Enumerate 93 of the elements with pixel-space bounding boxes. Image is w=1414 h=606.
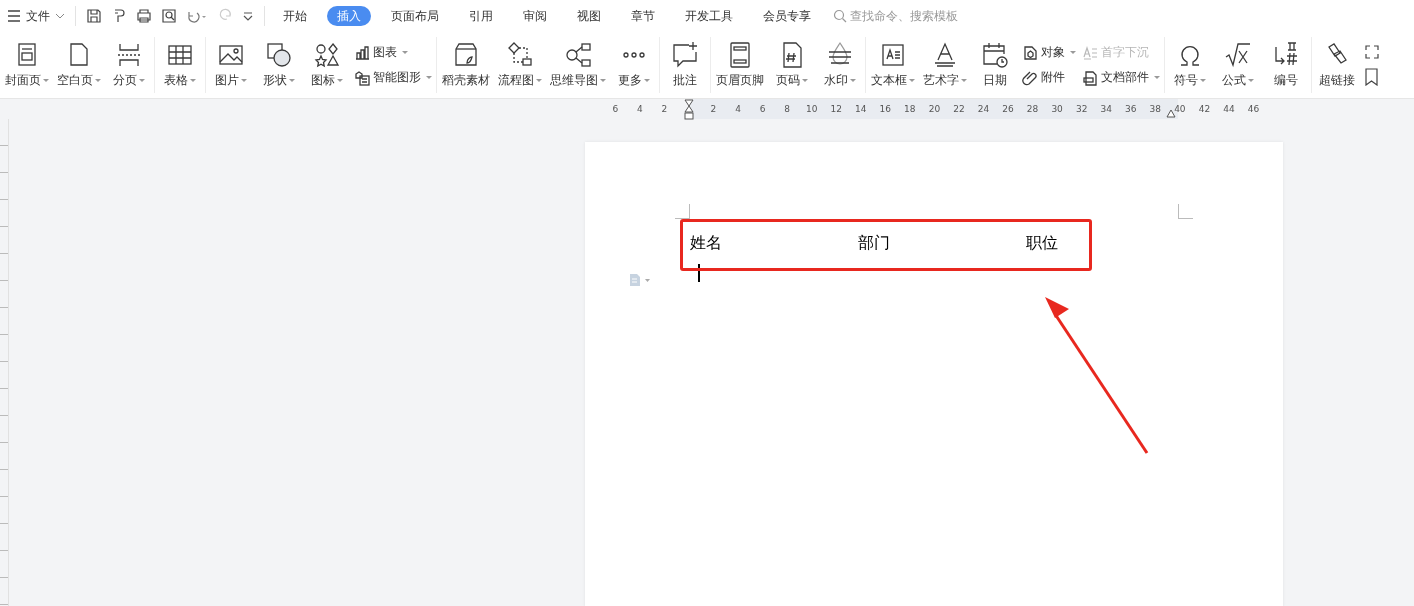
more-dots-icon	[622, 52, 646, 58]
ribbon-button[interactable]: 图片	[210, 41, 252, 89]
menu-icon	[7, 10, 21, 22]
ribbon-button[interactable]: 编号	[1265, 41, 1307, 89]
document-part-icon	[1082, 69, 1098, 86]
calendar-clock-icon	[981, 41, 1009, 69]
ruler-number: 6	[612, 104, 619, 114]
ribbon-button[interactable]: 分页	[108, 41, 150, 89]
ruler-number: 36	[1125, 104, 1137, 114]
ruler-number: 2	[661, 104, 668, 114]
ribbon-tab[interactable]: 审阅	[513, 6, 557, 26]
ribbon-tab[interactable]: 开发工具	[675, 6, 743, 26]
ribbon-button[interactable]: 超链接	[1316, 41, 1358, 89]
ribbon-button[interactable]: 流程图	[497, 41, 543, 89]
indent-marker-icon[interactable]	[684, 99, 694, 121]
ribbon-button[interactable]: 图表	[354, 44, 432, 61]
ribbon-button[interactable]: 图标	[306, 41, 348, 89]
ruler-number: 22	[953, 104, 965, 114]
comment-icon	[671, 41, 699, 69]
text-box-icon	[879, 41, 907, 69]
print-icon[interactable]	[136, 8, 152, 24]
paperclip-icon	[1022, 69, 1038, 86]
ruler-number: 42	[1198, 104, 1211, 114]
ruler-number: 38	[1149, 104, 1162, 114]
icons-icon	[313, 41, 341, 69]
ribbon-tab[interactable]: 引用	[459, 6, 503, 26]
ribbon-button[interactable]: 页眉页脚	[715, 41, 765, 89]
ribbon-button[interactable]: 更多	[613, 41, 655, 89]
ribbon-button[interactable]: 页码	[771, 41, 813, 89]
ribbon-button[interactable]: 思维导图	[549, 41, 607, 89]
bookmark-icon[interactable]	[1364, 68, 1380, 86]
square-root-icon	[1224, 41, 1252, 69]
print-preview-icon[interactable]	[161, 8, 177, 24]
ribbon-tab[interactable]: 会员专享	[753, 6, 821, 26]
smart-graphic-icon	[354, 69, 370, 86]
storefront-icon	[452, 41, 480, 69]
ruler-number: 20	[928, 104, 941, 114]
ribbon-button[interactable]: 空白页	[56, 41, 102, 89]
search-icon	[833, 9, 847, 23]
object-icon	[1022, 44, 1038, 61]
ribbon-button[interactable]: 对象	[1022, 44, 1076, 61]
right-indent-marker-icon[interactable]	[1166, 108, 1176, 118]
ribbon-button[interactable]: 批注	[664, 41, 706, 89]
ribbon-button[interactable]: 表格	[159, 41, 201, 89]
ruler-number: 2	[710, 104, 717, 114]
ribbon-button[interactable]: 附件	[1022, 69, 1076, 86]
ruler-number: 46	[1247, 104, 1260, 114]
chevron-down-icon	[55, 13, 65, 19]
ribbon-button[interactable]: 形状	[258, 41, 300, 89]
ruler-number: 18	[904, 104, 916, 114]
ruler-number: 4	[636, 104, 643, 114]
ruler-number: 12	[830, 104, 842, 114]
ruler-number: 16	[879, 104, 891, 114]
save-icon[interactable]	[86, 8, 102, 24]
ribbon-button[interactable]: 符号	[1169, 41, 1211, 89]
ruler-number: 8	[784, 104, 790, 114]
bar-chart-icon	[354, 44, 370, 61]
text-cursor	[698, 264, 700, 282]
shapes-icon	[265, 41, 293, 69]
ribbon-tab[interactable]: 章节	[621, 6, 665, 26]
page-break-icon	[115, 41, 143, 69]
ruler-number: 40	[1174, 104, 1186, 114]
ribbon-tab[interactable]: 开始	[273, 6, 317, 26]
column-heading: 姓名	[689, 233, 723, 254]
more-chevron-icon[interactable]	[242, 10, 254, 22]
ruler-number: 30	[1051, 104, 1063, 114]
ruler-number: 6	[759, 104, 766, 114]
ruler-number: 14	[855, 104, 867, 114]
ruler-number: 26	[1002, 104, 1014, 114]
ribbon-button[interactable]: 艺术字	[922, 41, 968, 89]
ribbon-button[interactable]: 文本框	[870, 41, 916, 89]
column-heading: 部门	[857, 233, 891, 254]
ruler-number: 10	[805, 104, 818, 114]
ruler-number: 44	[1223, 104, 1235, 114]
ribbon-button[interactable]: 公式	[1217, 41, 1259, 89]
ribbon-button[interactable]: 文档部件	[1082, 69, 1160, 86]
ribbon-button[interactable]: 智能图形	[354, 69, 432, 86]
ribbon-button[interactable]: 日期	[974, 41, 1016, 89]
ribbon-button[interactable]: 水印	[819, 41, 861, 89]
ruler-number: 34	[1100, 104, 1112, 114]
ruler-number: 28	[1026, 104, 1039, 114]
ruler-number: 4	[735, 104, 741, 114]
mind-map-icon	[564, 41, 592, 69]
file-menu[interactable]: 文件	[0, 4, 71, 28]
ribbon-tab[interactable]: 页面布局	[381, 6, 449, 26]
flowchart-icon	[506, 41, 534, 69]
ribbon-button[interactable]: 封面页	[4, 41, 50, 89]
ribbon-button[interactable]: 稻壳素材	[441, 41, 491, 89]
ruler-number: 32	[1075, 104, 1088, 114]
column-heading: 职位	[1025, 233, 1059, 254]
drop-cap-icon	[1082, 44, 1098, 61]
ruler-number: 24	[977, 104, 990, 114]
ribbon-tab[interactable]: 视图	[567, 6, 611, 26]
